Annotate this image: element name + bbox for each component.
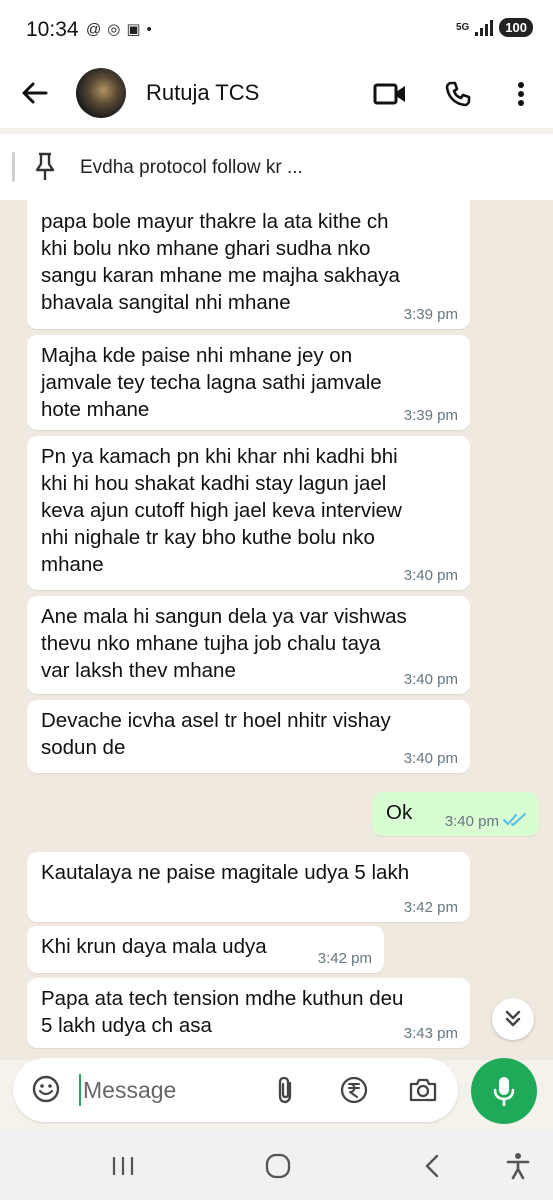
message-time: 3:40 pm xyxy=(444,813,499,830)
message-bubble[interactable]: Majha kde paise nhi mhane jey on jamvale… xyxy=(27,335,470,430)
message-bubble[interactable]: papa bole mayur thakre la ata kithe ch k… xyxy=(27,200,470,329)
message-text: Devache icvha asel tr hoel nhitr vishay … xyxy=(41,709,391,759)
paperclip-icon xyxy=(278,1076,292,1104)
notification-icons: @ ◎ ▣ • xyxy=(86,20,152,39)
back-nav-button[interactable] xyxy=(414,1148,450,1184)
video-call-button[interactable] xyxy=(372,76,408,112)
voice-call-button[interactable] xyxy=(440,76,476,112)
message-time: 3:39 pm xyxy=(403,306,458,323)
chat-area[interactable]: papa bole mayur thakre la ata kithe ch k… xyxy=(0,200,553,1060)
message-bubble[interactable]: Kautalaya ne paise magitale udya 5 lakh … xyxy=(27,852,470,922)
whatsapp-notification-icon: ◎ xyxy=(107,21,121,38)
dot-icon: • xyxy=(146,20,152,38)
message-text: Papa ata tech tension mdhe kuthun deu 5 … xyxy=(41,987,404,1037)
chevron-left-icon xyxy=(425,1154,439,1178)
message-time: 3:43 pm xyxy=(403,1025,458,1042)
message-bubble[interactable]: Papa ata tech tension mdhe kuthun deu 5 … xyxy=(27,978,470,1048)
system-navigation-bar xyxy=(0,1130,553,1200)
microphone-icon xyxy=(493,1077,515,1107)
accessibility-button[interactable] xyxy=(500,1148,536,1184)
recents-icon xyxy=(112,1157,134,1175)
home-circle-icon xyxy=(265,1153,291,1179)
message-input[interactable] xyxy=(83,1073,263,1107)
pinned-message-text: Evdha protocol follow kr ... xyxy=(80,157,303,178)
arrow-left-icon xyxy=(22,82,48,104)
more-vertical-icon xyxy=(518,82,524,106)
status-bar: 10:34 @ ◎ ▣ • 5G 100 xyxy=(0,0,553,60)
double-check-icon xyxy=(503,813,526,826)
contact-name[interactable]: Rutuja TCS xyxy=(146,80,259,106)
status-time: 10:34 xyxy=(26,18,79,41)
pinned-message-bar[interactable]: Evdha protocol follow kr ... xyxy=(0,134,553,201)
attach-button[interactable] xyxy=(269,1074,301,1106)
message-time: 3:40 pm xyxy=(403,671,458,688)
message-time: 3:39 pm xyxy=(403,407,458,424)
pinned-indicator xyxy=(12,152,15,182)
message-text: Majha kde paise nhi mhane jey on jamvale… xyxy=(41,344,382,421)
battery-level: 100 xyxy=(499,18,533,37)
message-text: Kautalaya ne paise magitale udya 5 lakh xyxy=(41,861,410,884)
message-time: 3:40 pm xyxy=(403,750,458,767)
at-sign-icon: @ xyxy=(86,20,102,38)
phone-icon xyxy=(445,81,471,107)
pin-icon xyxy=(35,152,55,180)
message-bubble[interactable]: Ane mala hi sangun dela ya var vishwas t… xyxy=(27,596,470,694)
outgoing-message-bubble[interactable]: Ok 3:40 pm xyxy=(372,792,539,836)
text-cursor xyxy=(79,1074,81,1106)
double-chevron-down-icon xyxy=(505,1010,521,1027)
message-bubble[interactable]: Pn ya kamach pn khi khar nhi kadhi bhi k… xyxy=(27,436,470,590)
rupee-icon xyxy=(340,1076,368,1104)
camera-icon xyxy=(409,1078,437,1102)
signal-icon xyxy=(475,19,494,36)
home-button[interactable] xyxy=(260,1148,296,1184)
back-button[interactable] xyxy=(20,78,50,108)
video-camera-icon xyxy=(373,83,405,105)
network-type: 5G xyxy=(455,21,470,33)
chat-header: Rutuja TCS xyxy=(0,60,553,128)
message-composer xyxy=(13,1058,458,1122)
emoji-icon[interactable] xyxy=(31,1074,61,1104)
screenshot-icon: ▣ xyxy=(126,21,141,38)
recent-apps-button[interactable] xyxy=(105,1148,141,1184)
message-time: 3:42 pm xyxy=(403,899,458,916)
message-time: 3:40 pm xyxy=(403,567,458,584)
message-text: Pn ya kamach pn khi khar nhi kadhi bhi k… xyxy=(41,445,402,576)
voice-message-button[interactable] xyxy=(471,1058,537,1124)
status-right: 5G 100 xyxy=(456,18,533,37)
camera-button[interactable] xyxy=(407,1074,439,1106)
accessibility-icon xyxy=(506,1153,530,1180)
message-text: papa bole mayur thakre la ata kithe ch k… xyxy=(41,210,400,314)
more-options-button[interactable] xyxy=(503,76,539,112)
message-bubble[interactable]: Devache icvha asel tr hoel nhitr vishay … xyxy=(27,700,470,773)
message-time: 3:42 pm xyxy=(317,950,372,967)
payment-button[interactable] xyxy=(338,1074,370,1106)
avatar[interactable] xyxy=(76,68,126,118)
message-text: Ane mala hi sangun dela ya var vishwas t… xyxy=(41,605,407,682)
message-bubble[interactable]: Khi krun daya mala udya 3:42 pm xyxy=(27,926,384,973)
scroll-to-bottom-button[interactable] xyxy=(492,998,534,1040)
